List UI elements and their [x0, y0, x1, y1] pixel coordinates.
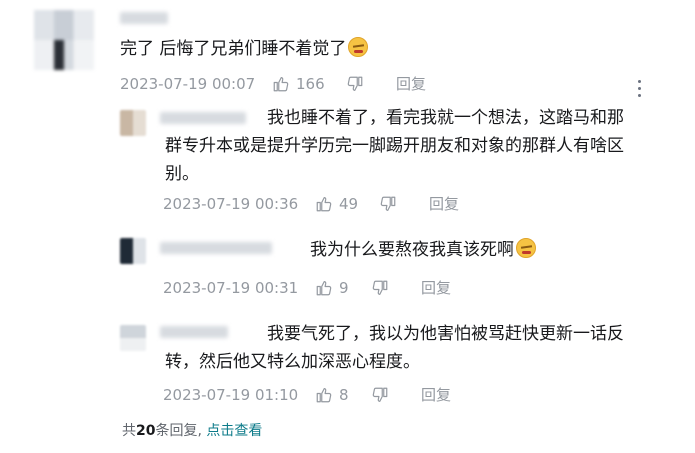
reply-meta: 2023-07-19 00:36 49 回复: [163, 194, 483, 214]
like-count: 49: [339, 195, 359, 213]
like-count: 9: [339, 279, 349, 297]
reply-date: 2023-07-19 00:31: [163, 279, 299, 297]
reply-meta: 2023-07-19 01:10 8 回复: [163, 385, 483, 405]
comment-date: 2023-07-19 00:07: [120, 75, 256, 93]
like-count: 8: [339, 386, 349, 404]
thumb-up-icon[interactable]: [315, 279, 333, 297]
commenter-avatar[interactable]: [34, 10, 94, 70]
like-count: 166: [296, 75, 325, 93]
tired-face-emoji-icon: [348, 37, 369, 57]
reply-avatar[interactable]: [120, 325, 146, 351]
reply-user-name[interactable]: [160, 242, 272, 254]
reply-button[interactable]: 回复: [421, 385, 451, 405]
reply-count-footer: 共20条回复, 点击查看: [122, 423, 263, 439]
reply-text: 我也睡不着了，看完我就一个想法，这踏马和那 群专升本或是提升学历完一脚踢开朋友和…: [165, 108, 624, 184]
thumb-down-icon[interactable]: [371, 386, 389, 404]
reply-count: 20: [136, 423, 156, 439]
reply-avatar[interactable]: [120, 238, 146, 264]
more-vertical-icon[interactable]: [637, 80, 643, 100]
reply-button[interactable]: 回复: [421, 278, 451, 298]
thumb-down-icon[interactable]: [371, 279, 389, 297]
reply-meta: 2023-07-19 00:31 9 回复: [163, 278, 483, 298]
view-replies-link[interactable]: 点击查看: [206, 423, 262, 439]
thumb-up-icon[interactable]: [272, 75, 290, 93]
main-comment-text: 完了 后悔了兄弟们睡不着觉了: [120, 35, 369, 63]
reply-date: 2023-07-19 01:10: [163, 386, 299, 404]
reply-button[interactable]: 回复: [429, 194, 459, 214]
thumb-down-icon[interactable]: [346, 75, 364, 93]
tired-face-emoji-icon: [516, 238, 536, 258]
thumb-down-icon[interactable]: [379, 195, 397, 213]
reply-date: 2023-07-19 00:36: [163, 195, 299, 213]
reply-button[interactable]: 回复: [396, 74, 426, 94]
reply-text: 我为什么要熬夜我真该死啊: [310, 236, 536, 264]
thumb-up-icon[interactable]: [315, 386, 333, 404]
reply-avatar[interactable]: [120, 110, 146, 136]
main-comment-meta: 2023-07-19 00:07 166 回复: [120, 74, 440, 94]
commenter-name[interactable]: [120, 12, 168, 24]
reply-text: 我要气死了，我以为他害怕被骂赶快更新一话反 转，然后他又特么加深恶心程度。: [165, 324, 624, 372]
thumb-up-icon[interactable]: [315, 195, 333, 213]
